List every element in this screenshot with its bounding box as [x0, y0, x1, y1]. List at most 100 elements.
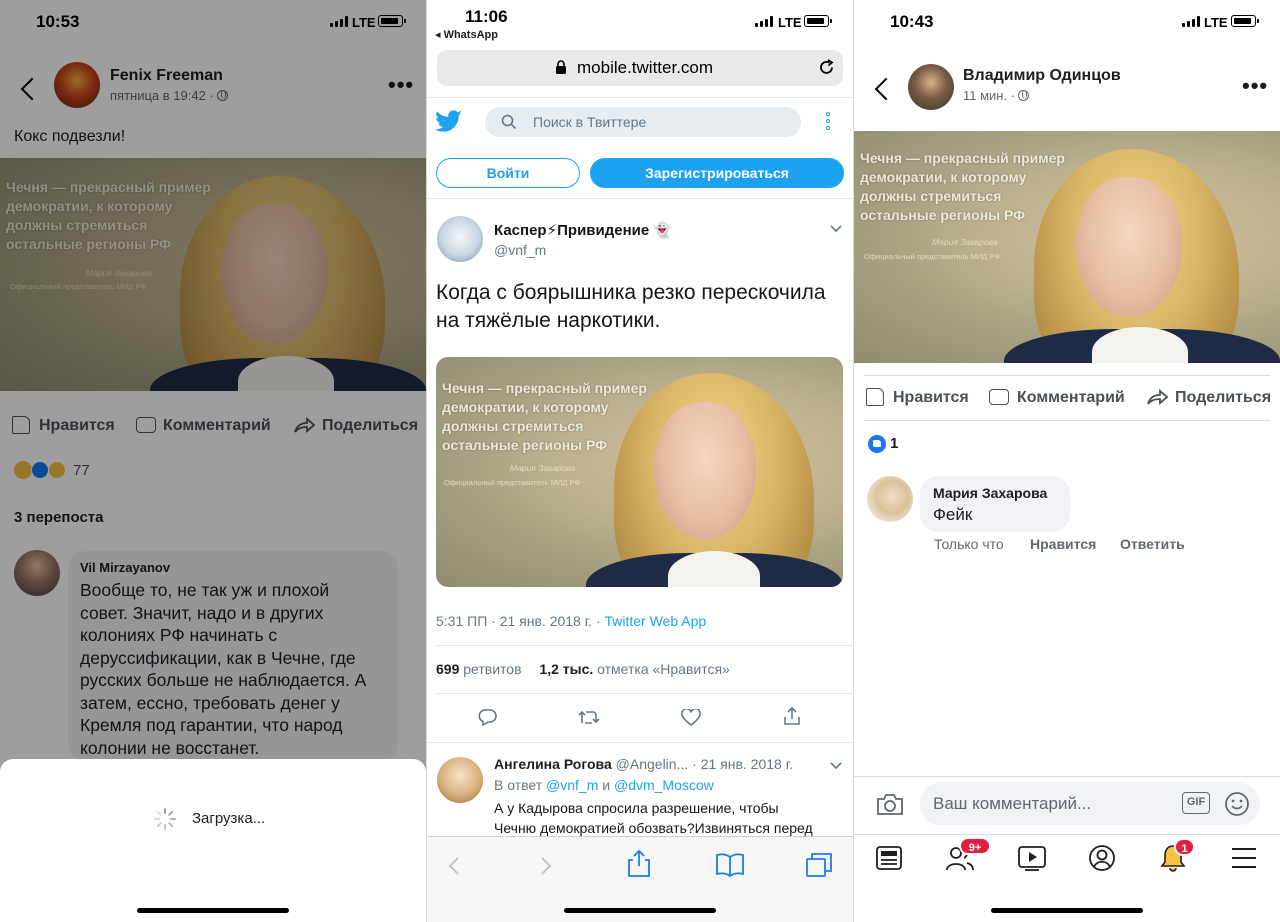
comment-time: Только что — [934, 536, 1004, 552]
reply-text: А у Кадырова спросила разрешение, чтобы … — [494, 800, 813, 836]
reply-to: В ответ @vnf_m и @dvm_Moscow — [494, 777, 714, 793]
status-bar: 11:06 ◂ WhatsApp LTE — [427, 0, 854, 44]
divider — [427, 97, 854, 98]
lock-icon — [556, 60, 566, 74]
browser-forward-icon[interactable] — [540, 856, 552, 876]
tweet-author-handle[interactable]: @vnf_m — [494, 242, 546, 258]
like-icon — [866, 388, 884, 406]
loading-label: Загрузка... — [192, 810, 266, 827]
share-icon[interactable] — [783, 706, 801, 726]
reply-icon[interactable] — [478, 708, 498, 726]
tweet-stats: 699 ретвитов 1,2 тыс. отметка «Нравится» — [436, 661, 730, 677]
camera-icon[interactable] — [876, 792, 904, 816]
likes-count[interactable]: 1 — [890, 435, 898, 452]
loading-spinner-icon — [154, 808, 176, 830]
chevron-down-icon[interactable] — [830, 762, 842, 770]
comment-input[interactable]: Ваш комментарий... GIF — [920, 783, 1260, 825]
comment-bubble: Мария Захарова Фейк — [920, 476, 1070, 532]
url-text: mobile.twitter.com — [577, 58, 714, 77]
comment-button[interactable]: Комментарий — [1017, 389, 1125, 407]
chevron-down-icon[interactable] — [830, 225, 842, 233]
reply-date: · 21 янв. 2018 г. — [692, 756, 794, 772]
tweet-author-name[interactable]: Каспер⚡Привидение 👻 — [494, 221, 672, 239]
status-bar: 10:43 LTE — [854, 0, 1280, 44]
gif-button[interactable]: GIF — [1182, 792, 1210, 814]
share-sheet-icon[interactable] — [627, 849, 651, 877]
tabs-icon[interactable] — [805, 852, 833, 878]
divider — [864, 375, 1270, 376]
post-author[interactable]: Владимир Одинцов — [963, 67, 1121, 85]
like-button[interactable]: Нравится — [893, 389, 969, 407]
search-placeholder: Поиск в Твиттере — [533, 114, 647, 130]
twitter-screen: 11:06 ◂ WhatsApp LTE mobile.twitter.com … — [427, 0, 854, 922]
image-face — [1076, 177, 1182, 317]
divider — [427, 198, 854, 199]
twitter-logo-icon[interactable] — [435, 110, 463, 134]
image-quote: Чечня — прекрасный пример демократии, к … — [860, 150, 1065, 223]
post-image[interactable]: Чечня — прекрасный пример демократии, к … — [854, 131, 1280, 363]
tweet-source-link[interactable]: Twitter Web App — [604, 613, 706, 629]
comment-like-button[interactable]: Нравится — [1030, 536, 1096, 552]
search-input[interactable]: Поиск в Твиттере — [485, 107, 801, 137]
comment-icon — [989, 389, 1009, 405]
back-to-app[interactable]: ◂ WhatsApp — [435, 28, 498, 41]
battery-icon — [1231, 15, 1259, 27]
divider — [427, 742, 854, 743]
more-options-icon[interactable]: ••• — [1242, 73, 1268, 99]
tweet-image[interactable]: Чечня — прекрасный пример демократии, к … — [436, 357, 843, 587]
more-vertical-icon[interactable] — [826, 112, 830, 130]
tweet-meta: 5:31 ПП · 21 янв. 2018 г. · Twitter Web … — [436, 613, 707, 629]
comment-reply-button[interactable]: Ответить — [1120, 536, 1185, 552]
status-time: 11:06 — [465, 7, 508, 26]
avatar[interactable] — [908, 64, 954, 110]
like-reaction-icon — [868, 435, 886, 453]
image-role: Официальный представитель МИД РФ — [444, 478, 581, 487]
image-quote: Чечня — прекрасный пример демократии, к … — [442, 380, 647, 453]
battery-icon — [804, 15, 832, 27]
divider — [436, 693, 854, 694]
heart-icon[interactable] — [681, 709, 701, 726]
reply-author-name[interactable]: Ангелина Рогова — [494, 756, 612, 772]
facebook-screen-right: 10:43 LTE Владимир Одинцов 11 мин. · •••… — [854, 0, 1280, 922]
login-button[interactable]: Войти — [436, 158, 580, 188]
comment-author[interactable]: Мария Захарова — [933, 485, 1047, 501]
like-count[interactable]: 1,2 тыс. — [539, 661, 593, 677]
divider — [854, 834, 1280, 835]
notifications-badge: 1 — [1174, 838, 1195, 856]
address-bar[interactable]: mobile.twitter.com — [437, 50, 843, 86]
news-feed-icon[interactable] — [875, 845, 903, 871]
image-face — [654, 402, 756, 540]
bookmarks-icon[interactable] — [715, 853, 745, 877]
menu-icon[interactable] — [1232, 848, 1256, 868]
home-indicator[interactable] — [991, 908, 1143, 913]
reply-avatar[interactable] — [437, 757, 483, 803]
divider — [436, 645, 854, 646]
profile-icon[interactable] — [1088, 844, 1116, 872]
back-icon[interactable] — [874, 77, 898, 101]
status-time: 10:43 — [890, 12, 934, 31]
image-signature: Мария Захарова — [932, 237, 998, 247]
home-indicator[interactable] — [137, 908, 289, 913]
comment-avatar[interactable] — [867, 476, 913, 522]
divider — [864, 420, 1270, 421]
signup-button[interactable]: Зарегистрироваться — [590, 158, 844, 188]
browser-back-icon[interactable] — [448, 856, 460, 876]
reload-icon[interactable] — [818, 59, 835, 76]
watch-icon[interactable] — [1017, 845, 1047, 871]
retweet-count[interactable]: 699 — [436, 661, 459, 677]
network-type: LTE — [1204, 15, 1228, 30]
network-type: LTE — [778, 15, 802, 30]
signal-icon — [755, 16, 773, 27]
reply-author-handle[interactable]: @Angelin... — [616, 756, 689, 772]
loading-sheet — [0, 759, 426, 922]
retweet-icon[interactable] — [578, 709, 600, 725]
home-indicator[interactable] — [564, 908, 716, 913]
emoji-icon[interactable] — [1224, 791, 1250, 817]
comment-text: Фейк — [933, 505, 973, 524]
image-role: Официальный представитель МИД РФ — [864, 252, 1001, 261]
reply-header: Ангелина Рогова @Angelin... · 21 янв. 20… — [494, 756, 793, 772]
share-icon — [1147, 389, 1168, 405]
friends-badge: 9+ — [959, 837, 991, 855]
tweet-avatar[interactable] — [437, 216, 483, 262]
share-button[interactable]: Поделиться — [1175, 389, 1271, 407]
